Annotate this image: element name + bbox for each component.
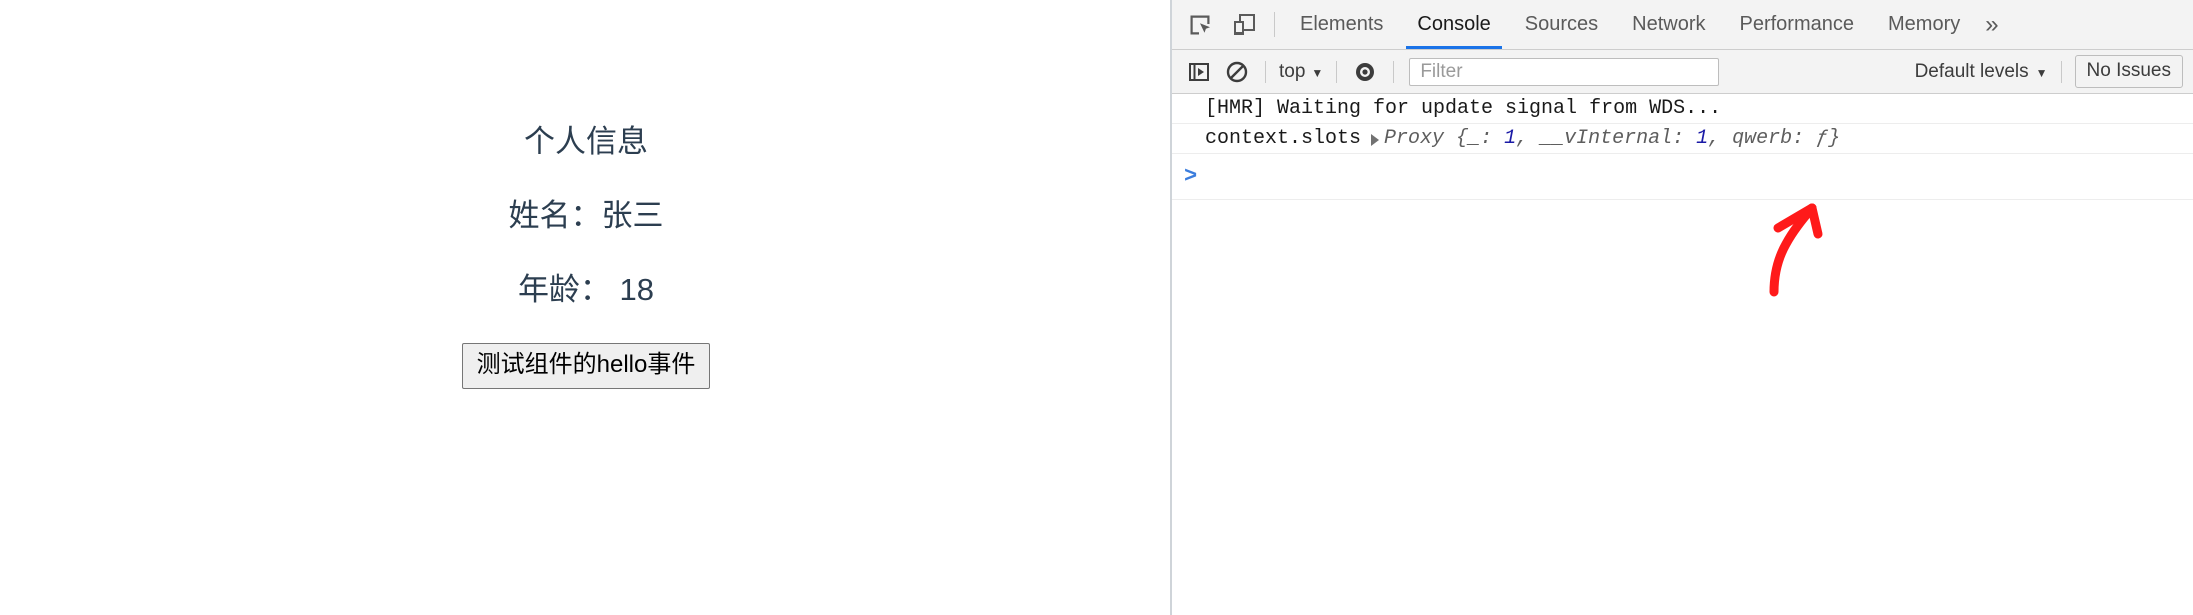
page-content: 个人信息 姓名：张三 年龄： 18 测试组件的hello事件 <box>0 0 1172 389</box>
console-message-text: [HMR] Waiting for update signal from WDS… <box>1205 97 1722 120</box>
tab-network[interactable]: Network <box>1615 0 1722 49</box>
tab-console[interactable]: Console <box>1400 0 1507 49</box>
console-message-context-slots[interactable]: context.slots Proxy {_: 1, __vInternal: … <box>1172 124 2193 154</box>
log-levels-label: Default levels <box>1914 60 2029 82</box>
button-row: 测试组件的hello事件 <box>0 343 1172 389</box>
console-toolbar: top ▼ Default levels ▼ No <box>1172 50 2193 94</box>
object-key-0: _: <box>1468 127 1505 150</box>
device-toolbar-icon[interactable] <box>1222 0 1266 49</box>
live-expression-eye-icon[interactable] <box>1346 57 1384 87</box>
tab-elements-label: Elements <box>1300 13 1384 35</box>
tab-performance-label: Performance <box>1739 13 1855 35</box>
tabbar-divider <box>1274 12 1275 37</box>
chevron-down-icon: ▼ <box>2035 65 2048 80</box>
screen-root: 个人信息 姓名：张三 年龄： 18 测试组件的hello事件 Elements … <box>0 0 2193 615</box>
tab-performance[interactable]: Performance <box>1723 0 1872 49</box>
info-line-name: 姓名：张三 <box>508 198 664 234</box>
devtools-panel: Elements Console Sources Network Perform… <box>1172 0 2193 615</box>
tab-memory[interactable]: Memory <box>1871 0 1977 49</box>
object-value-2: ƒ <box>1816 127 1829 150</box>
object-value-1: 1 <box>1696 127 1709 150</box>
tab-network-label: Network <box>1632 13 1706 35</box>
more-tabs-chevron-icon[interactable]: » <box>1977 0 2007 49</box>
console-message-label: context.slots <box>1205 127 1362 150</box>
object-sep-1: , <box>1708 127 1733 150</box>
object-preview: Proxy {_: 1, __vInternal: 1, qwerb: ƒ} <box>1384 127 1840 150</box>
chevron-down-icon: ▼ <box>1311 65 1324 80</box>
toolbar-divider-1 <box>1265 60 1266 83</box>
page-title: 个人信息 <box>524 124 648 159</box>
clear-console-icon[interactable] <box>1218 57 1256 87</box>
console-message-hmr[interactable]: [HMR] Waiting for update signal from WDS… <box>1172 94 2193 124</box>
page-viewport: 个人信息 姓名：张三 年龄： 18 测试组件的hello事件 <box>0 0 1172 615</box>
test-hello-event-button[interactable]: 测试组件的hello事件 <box>461 343 711 389</box>
console-input-prompt[interactable]: > <box>1172 154 2193 200</box>
console-filter-box[interactable] <box>1409 57 1720 86</box>
tab-sources-label: Sources <box>1524 13 1599 35</box>
execute-step-icon[interactable] <box>1180 57 1218 87</box>
tab-sources[interactable]: Sources <box>1508 0 1615 49</box>
object-key-2: qwerb: <box>1732 127 1817 150</box>
object-value-0: 1 <box>1504 127 1517 150</box>
toolbar-divider-4 <box>2060 60 2062 83</box>
console-output[interactable]: [HMR] Waiting for update signal from WDS… <box>1172 94 2193 615</box>
devtools-tabbar: Elements Console Sources Network Perform… <box>1172 0 2193 50</box>
info-line-age: 年龄： 18 <box>517 272 655 308</box>
object-constructor: Proxy <box>1384 127 1457 150</box>
tab-memory-label: Memory <box>1888 13 1961 35</box>
tab-console-label: Console <box>1417 13 1491 35</box>
log-levels-dropdown[interactable]: Default levels ▼ <box>1911 61 2052 83</box>
tab-elements[interactable]: Elements <box>1283 0 1400 49</box>
toolbar-divider-3 <box>1393 60 1395 83</box>
prompt-chevron-icon: > <box>1184 163 1198 189</box>
expand-object-triangle-icon[interactable] <box>1371 133 1380 146</box>
inspect-element-icon[interactable] <box>1178 0 1222 49</box>
toolbar-divider-2 <box>1336 60 1338 83</box>
object-close-brace: } <box>1828 127 1841 150</box>
object-open-brace: { <box>1456 127 1469 150</box>
no-issues-button[interactable]: No Issues <box>2074 55 2183 88</box>
execution-context-label: top <box>1279 60 1306 82</box>
object-key-1: __vInternal: <box>1540 127 1697 150</box>
filter-input[interactable] <box>1418 59 1711 84</box>
object-sep-0: , <box>1516 127 1541 150</box>
execution-context-dropdown[interactable]: top ▼ <box>1275 61 1327 83</box>
